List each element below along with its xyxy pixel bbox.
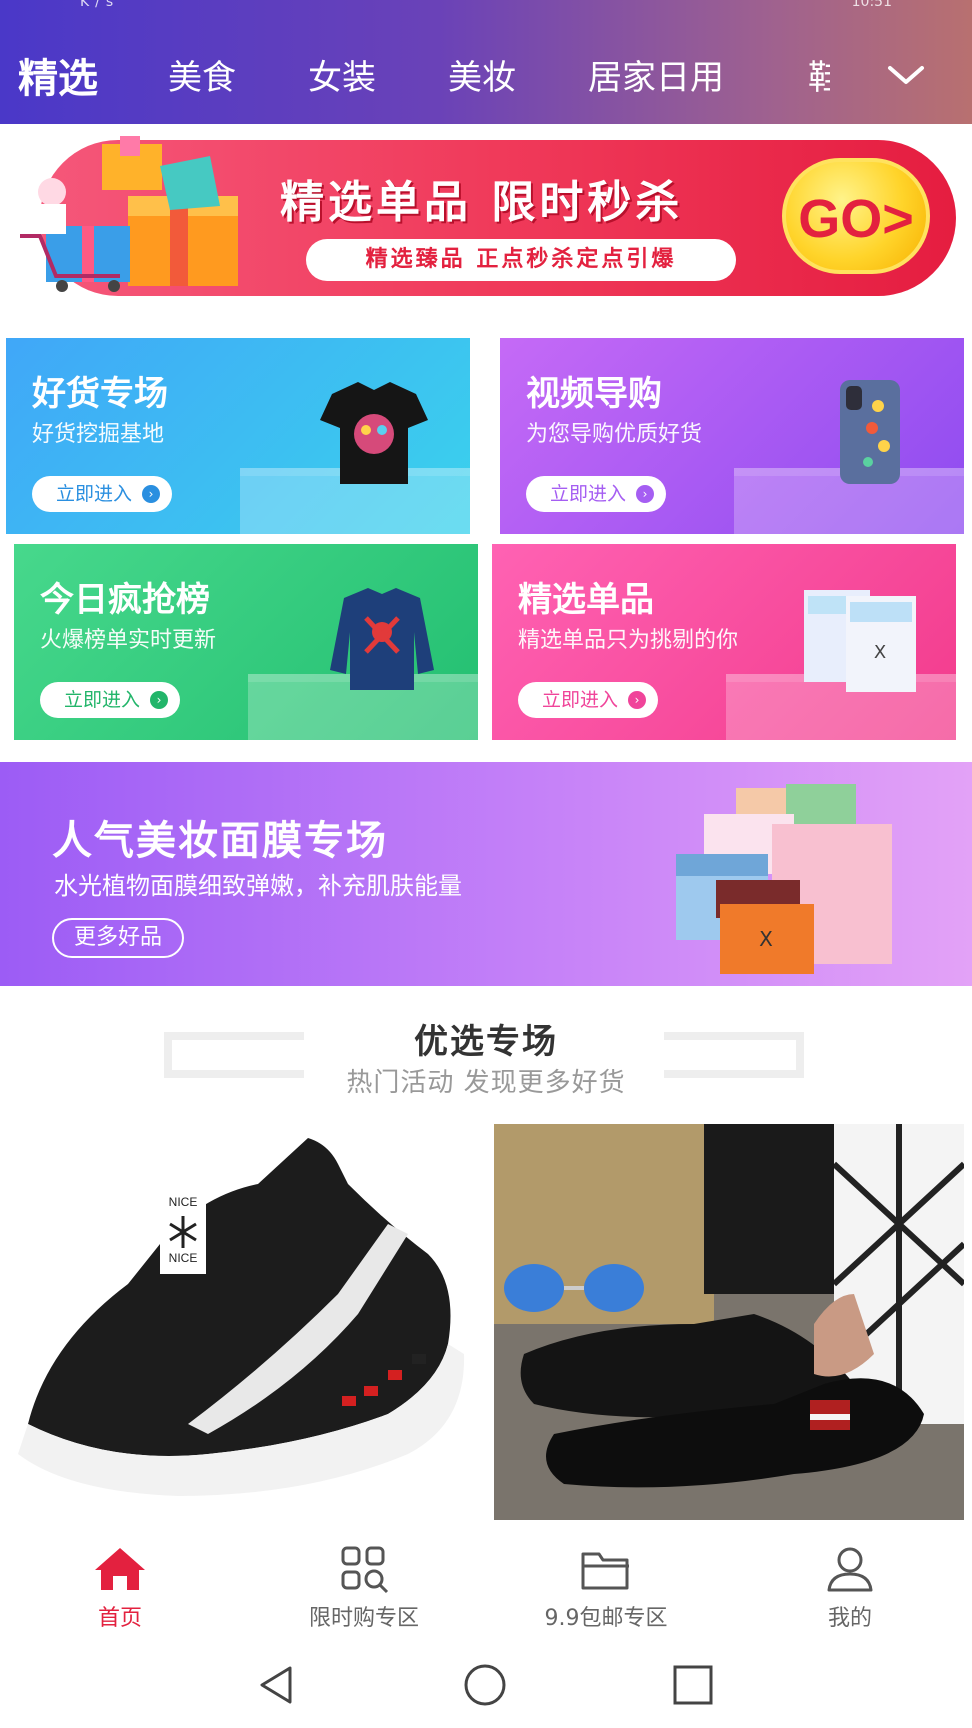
category-tab-home[interactable]: 居家日用: [588, 50, 724, 99]
svg-text:X: X: [874, 642, 886, 663]
nav-home[interactable]: 首页: [20, 1544, 220, 1632]
nav-profile-label: 我的: [827, 1606, 872, 1631]
top-header: K/s 10:51 精选 美食 女装 美妆 居家日用 鞋: [0, 0, 972, 124]
card-subtitle: 精选单品只为挑剔的你: [518, 628, 739, 653]
loafer-image: [494, 1124, 964, 1520]
mask-boxes-icon: X: [676, 784, 892, 974]
enter-label: 立即进入: [550, 483, 627, 505]
product-card-loafer[interactable]: [494, 1124, 964, 1520]
enter-button[interactable]: 立即进入 ›: [518, 682, 659, 718]
category-tabs: 精选 美食 女装 美妆 居家日用 鞋: [0, 40, 972, 110]
card-subtitle: 火爆榜单实时更新: [40, 628, 217, 653]
svg-text:NICE: NICE: [169, 1195, 198, 1209]
card-video-guide[interactable]: 视频导购 为您导购优质好货 立即进入 ›: [500, 338, 964, 534]
nav-free-shipping-label: 9.9包邮专区: [544, 1606, 668, 1631]
card-title: 精选单品: [518, 580, 654, 620]
recents-icon[interactable]: [670, 1662, 716, 1708]
phone-case-icon: [840, 380, 900, 484]
home-icon: [95, 1548, 145, 1590]
svg-text:NICE: NICE: [169, 1251, 198, 1265]
status-bar: K/s 10:51: [0, 0, 972, 14]
enter-label: 立即进入: [542, 689, 619, 711]
tshirt-icon: [320, 382, 428, 484]
card-today-rush[interactable]: 今日疯抢榜 火爆榜单实时更新 立即进入 ›: [14, 544, 478, 740]
system-navigation-bar: [0, 1640, 972, 1728]
flash-sale-title: 精选单品 限时秒杀: [280, 177, 684, 228]
nav-home-label: 首页: [97, 1606, 142, 1631]
enter-button[interactable]: 立即进入 ›: [40, 682, 181, 718]
clock: 10:51: [851, 0, 892, 10]
enter-label: 立即进入: [56, 483, 133, 505]
section-title: 优选专场: [414, 1022, 558, 1062]
sneaker-image: NICE NICE: [8, 1124, 478, 1520]
section-header: 优选专场 热门活动 发现更多好货: [0, 1000, 972, 1110]
more-goods-button[interactable]: 更多好品: [52, 918, 185, 958]
home-circle-icon[interactable]: [462, 1662, 508, 1708]
back-icon[interactable]: [254, 1662, 300, 1708]
sweater-icon: [330, 588, 434, 690]
go-label: GO>: [798, 189, 914, 249]
mask-banner-subtitle: 水光植物面膜细致弹嫩，补充肌肤能量: [54, 872, 462, 900]
arrow-right-icon: ›: [142, 485, 161, 503]
category-tab-featured[interactable]: 精选: [18, 46, 98, 104]
card-title: 好货专场: [32, 374, 168, 414]
nav-free-shipping[interactable]: 9.9包邮专区: [506, 1544, 706, 1632]
folder-icon: [581, 1552, 629, 1590]
nav-profile[interactable]: 我的: [750, 1544, 950, 1632]
card-selected-items[interactable]: X 精选单品 精选单品只为挑剔的你 立即进入 ›: [492, 544, 956, 740]
go-button[interactable]: GO>: [782, 158, 930, 274]
user-icon: [827, 1547, 873, 1592]
mask-box-icon: X: [804, 590, 916, 692]
grid-search-icon: [341, 1546, 389, 1594]
card-title: 今日疯抢榜: [40, 580, 210, 620]
enter-button[interactable]: 立即进入 ›: [32, 476, 173, 512]
gift-boxes-icon: [20, 136, 238, 292]
mask-banner-title: 人气美妆面膜专场: [52, 818, 388, 864]
bottom-navigation: 首页 限时购专区 9.9包邮专区 我的: [0, 1520, 972, 1640]
flash-sale-subtitle: 精选臻品 正点秒杀定点引爆: [306, 239, 736, 281]
category-tab-shoes[interactable]: 鞋: [808, 50, 830, 99]
chevron-down-icon[interactable]: [886, 58, 926, 92]
card-good-goods[interactable]: 好货专场 好货挖掘基地 立即进入 ›: [6, 338, 470, 534]
category-tab-food[interactable]: 美食: [168, 50, 236, 99]
arrow-right-icon: ›: [636, 485, 655, 503]
mask-promo-banner[interactable]: 人气美妆面膜专场 水光植物面膜细致弹嫩，补充肌肤能量 更多好品 X: [0, 762, 972, 986]
arrow-right-icon: ›: [628, 691, 647, 709]
nav-flash-zone[interactable]: 限时购专区: [264, 1544, 464, 1632]
category-tab-womenswear[interactable]: 女装: [308, 50, 376, 99]
section-subtitle: 热门活动 发现更多好货: [346, 1068, 626, 1098]
nav-flash-zone-label: 限时购专区: [308, 1606, 419, 1631]
card-title: 视频导购: [526, 374, 662, 414]
flash-sale-banner[interactable]: 精选单品 限时秒杀 精选臻品 正点秒杀定点引爆 GO>: [10, 136, 956, 298]
network-speed: K/s: [80, 0, 120, 10]
card-subtitle: 为您导购优质好货: [526, 422, 703, 447]
card-subtitle: 好货挖掘基地: [32, 422, 165, 447]
product-card-sneaker[interactable]: NICE NICE: [8, 1124, 478, 1520]
enter-button[interactable]: 立即进入 ›: [526, 476, 667, 512]
svg-text:X: X: [759, 927, 773, 951]
arrow-right-icon: ›: [150, 691, 169, 709]
category-tab-makeup[interactable]: 美妆: [448, 50, 516, 99]
enter-label: 立即进入: [64, 689, 141, 711]
